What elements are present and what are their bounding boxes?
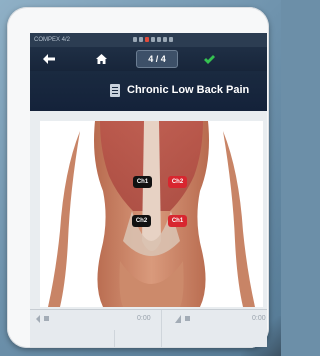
electrode-label: Ch1 [171, 218, 184, 224]
page-indicator: 4 / 4 [136, 50, 178, 68]
timeline-tick [114, 330, 115, 347]
device-screen: COMPEX 4/2 4 / 4 Chronic Low Back Pain C… [30, 33, 267, 347]
left-settings-icon[interactable] [36, 315, 50, 325]
back-button[interactable] [40, 50, 58, 68]
program-title-bar: Chronic Low Back Pain [30, 71, 267, 111]
home-button[interactable] [92, 50, 110, 68]
nav-bar: 4 / 4 [30, 47, 267, 71]
device-frame: COMPEX 4/2 4 / 4 Chronic Low Back Pain C… [7, 7, 269, 348]
confirm-button[interactable] [200, 50, 218, 68]
checkmark-icon [203, 54, 215, 64]
electrode-pad: Ch2 [168, 176, 187, 188]
progress-dot-active [145, 37, 149, 42]
document-icon [110, 84, 120, 97]
left-timer: 0:00 [137, 315, 151, 322]
electrode-pad: Ch2 [132, 215, 151, 227]
electrode-placement-image: Ch1 Ch2 Ch2 Ch1 [40, 121, 263, 307]
progress-dot [139, 37, 143, 42]
electrode-label: Ch2 [171, 179, 184, 185]
progress-dot [133, 37, 137, 42]
status-bar: COMPEX 4/2 [30, 33, 267, 47]
progress-dot [163, 37, 167, 42]
electrode-label: Ch1 [136, 179, 149, 185]
device-name: COMPEX 4/2 [34, 37, 71, 43]
electrode-pad: Ch1 [168, 215, 187, 227]
bottom-bar: 0:00 0:00 [30, 309, 267, 347]
back-anatomy-illustration [48, 121, 255, 307]
progress-dot [157, 37, 161, 42]
right-timer: 0:00 [252, 315, 266, 322]
progress-dot [151, 37, 155, 42]
arrow-left-icon [43, 54, 55, 64]
home-icon [95, 54, 107, 64]
bottom-divider [161, 310, 162, 347]
progress-dots [133, 37, 173, 42]
progress-dot [169, 37, 173, 42]
electrode-label: Ch2 [135, 218, 148, 224]
electrode-pad: Ch1 [133, 176, 152, 188]
right-settings-icon[interactable] [175, 315, 191, 325]
program-title: Chronic Low Back Pain [127, 84, 250, 96]
